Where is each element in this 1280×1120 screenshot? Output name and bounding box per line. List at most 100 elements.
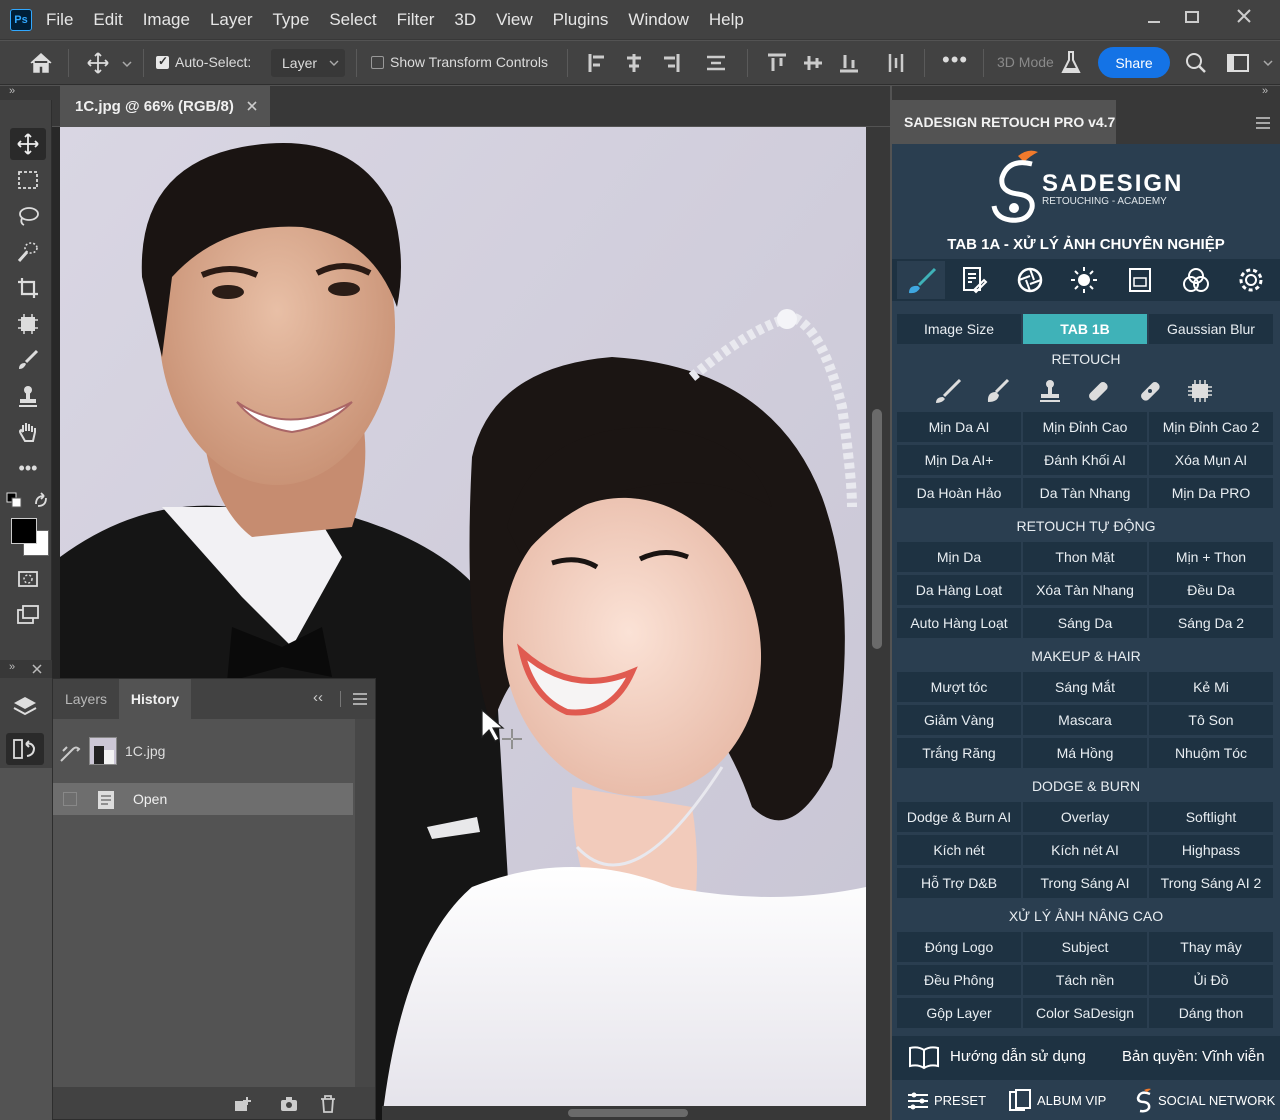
dodge-burn-button[interactable]: Kích nét AI	[1023, 835, 1147, 865]
retouch-button[interactable]: Xóa Mụn AI	[1149, 445, 1273, 475]
close-window-icon[interactable]	[1236, 8, 1252, 24]
move-tool[interactable]	[10, 128, 46, 160]
align-vertical-center-icon[interactable]	[803, 53, 823, 73]
menu-help[interactable]: Help	[709, 10, 744, 30]
gaussian-blur-button[interactable]: Gaussian Blur	[1149, 314, 1273, 344]
toolbar-collapse-bar[interactable]: »	[0, 85, 52, 100]
frame-tool[interactable]	[10, 308, 46, 340]
auto-retouch-button[interactable]: Xóa Tàn Nhang	[1023, 575, 1147, 605]
auto-retouch-button[interactable]: Mịn + Thon	[1149, 542, 1273, 572]
advanced-button[interactable]: Dáng thon	[1149, 998, 1273, 1028]
makeup-button[interactable]: Tô Son	[1149, 705, 1273, 735]
quick-selection-tool[interactable]	[10, 236, 46, 268]
preset-button[interactable]: PRESET	[934, 1093, 986, 1108]
retouch-button[interactable]: Da Tàn Nhang	[1023, 478, 1147, 508]
dodge-burn-button[interactable]: Trong Sáng AI 2	[1149, 868, 1273, 898]
advanced-button[interactable]: Đóng Logo	[897, 932, 1021, 962]
brush-tool[interactable]	[10, 344, 46, 376]
foreground-color-swatch[interactable]	[11, 518, 37, 544]
minimize-icon[interactable]	[1146, 12, 1162, 28]
scroll-thumb[interactable]	[872, 409, 882, 649]
new-document-from-state-icon[interactable]	[233, 1095, 253, 1113]
aperture-icon[interactable]	[1016, 266, 1044, 294]
chevron-down-icon[interactable]	[1262, 58, 1274, 68]
distribute-vertical-icon[interactable]	[886, 53, 906, 73]
chip-icon[interactable]	[1186, 378, 1214, 404]
vertical-scrollbar[interactable]	[866, 127, 890, 1120]
menu-type[interactable]: Type	[272, 10, 309, 30]
plugin-panel-tab[interactable]: SADESIGN RETOUCH PRO v4.7	[892, 100, 1116, 144]
user-guide-link[interactable]: Hướng dẫn sử dụng	[950, 1048, 1086, 1065]
collapse-icon[interactable]: »	[1262, 85, 1268, 97]
makeup-button[interactable]: Mascara	[1023, 705, 1147, 735]
album-icon[interactable]	[1008, 1088, 1032, 1112]
camera-icon[interactable]	[279, 1095, 299, 1113]
makeup-button[interactable]: Trắng Răng	[897, 738, 1021, 768]
retouch-button[interactable]: Mịn Đỉnh Cao	[1023, 412, 1147, 442]
dodge-burn-button[interactable]: Trong Sáng AI	[1023, 868, 1147, 898]
restore-icon[interactable]	[1184, 10, 1200, 26]
makeup-button[interactable]: Mượt tóc	[897, 672, 1021, 702]
auto-retouch-button[interactable]: Da Hàng Loạt	[897, 575, 1021, 605]
history-brush-icon[interactable]	[59, 743, 81, 763]
document-edit-icon[interactable]	[960, 266, 988, 294]
retouch-button[interactable]: Mịn Da AI	[897, 412, 1021, 442]
settings-gear-icon[interactable]	[1237, 266, 1265, 294]
brightness-icon[interactable]	[1070, 266, 1098, 294]
brush-icon[interactable]	[934, 378, 962, 404]
sliders-icon[interactable]	[906, 1090, 930, 1112]
makeup-button[interactable]: Kẻ Mi	[1149, 672, 1273, 702]
hand-tool[interactable]	[10, 416, 46, 448]
auto-retouch-button[interactable]: Sáng Da	[1023, 608, 1147, 638]
image-size-button[interactable]: Image Size	[897, 314, 1021, 344]
home-icon[interactable]	[28, 51, 54, 75]
menu-plugins[interactable]: Plugins	[553, 10, 609, 30]
close-tab-icon[interactable]	[246, 100, 258, 112]
move-tool-icon[interactable]	[86, 51, 110, 75]
lasso-tool[interactable]	[10, 200, 46, 232]
tab-layers[interactable]: Layers	[53, 679, 119, 719]
menu-window[interactable]: Window	[628, 10, 688, 30]
retouch-button[interactable]: Mịn Da PRO	[1149, 478, 1273, 508]
menu-select[interactable]: Select	[329, 10, 376, 30]
stamp-icon[interactable]	[1036, 378, 1064, 404]
advanced-button[interactable]: Thay mây	[1149, 932, 1273, 962]
align-left-icon[interactable]	[588, 53, 608, 73]
close-icon[interactable]	[32, 664, 42, 674]
panel-menu-icon[interactable]	[353, 693, 367, 705]
show-transform-checkbox[interactable]	[371, 56, 384, 69]
auto-retouch-button[interactable]: Đều Da	[1149, 575, 1273, 605]
panel-menu-icon[interactable]	[1256, 117, 1270, 129]
align-horizontal-center-icon[interactable]	[624, 53, 644, 73]
dodge-burn-button[interactable]: Kích nét	[897, 835, 1021, 865]
color-circles-icon[interactable]	[1182, 266, 1210, 294]
swap-colors-icon[interactable]	[32, 492, 50, 510]
sadesign-small-logo-icon[interactable]	[1134, 1088, 1154, 1114]
tab-1b-button[interactable]: TAB 1B	[1023, 314, 1147, 344]
retouch-button[interactable]: Mịn Da AI+	[897, 445, 1021, 475]
crop-tool[interactable]	[10, 272, 46, 304]
menu-layer[interactable]: Layer	[210, 10, 253, 30]
book-icon[interactable]	[908, 1044, 940, 1070]
auto-retouch-button[interactable]: Thon Mặt	[1023, 542, 1147, 572]
panel-scrollbar[interactable]	[355, 719, 375, 1089]
dodge-burn-button[interactable]: Dodge & Burn AI	[897, 802, 1021, 832]
retouch-button[interactable]: Da Hoàn Hảo	[897, 478, 1021, 508]
history-source-checkbox[interactable]	[63, 792, 77, 806]
auto-select-checkbox[interactable]	[156, 54, 169, 69]
retouch-button[interactable]: Mịn Đỉnh Cao 2	[1149, 412, 1273, 442]
dodge-burn-button[interactable]: Overlay	[1023, 802, 1147, 832]
makeup-button[interactable]: Sáng Mắt	[1023, 672, 1147, 702]
auto-retouch-button[interactable]: Sáng Da 2	[1149, 608, 1273, 638]
advanced-button[interactable]: Gộp Layer	[897, 998, 1021, 1028]
tab-history[interactable]: History	[119, 679, 191, 719]
album-vip-button[interactable]: ALBUM VIP	[1037, 1093, 1106, 1108]
dodge-burn-button[interactable]: Softlight	[1149, 802, 1273, 832]
3d-box-icon[interactable]	[1126, 266, 1154, 294]
chevron-down-icon[interactable]	[121, 59, 133, 69]
workspace-icon[interactable]	[1226, 52, 1250, 74]
collapse-icon[interactable]: »	[9, 661, 15, 673]
search-icon[interactable]	[1185, 52, 1207, 74]
document-tab[interactable]: 1C.jpg @ 66% (RGB/8)	[60, 86, 270, 126]
quick-mask-tool[interactable]	[10, 563, 46, 595]
